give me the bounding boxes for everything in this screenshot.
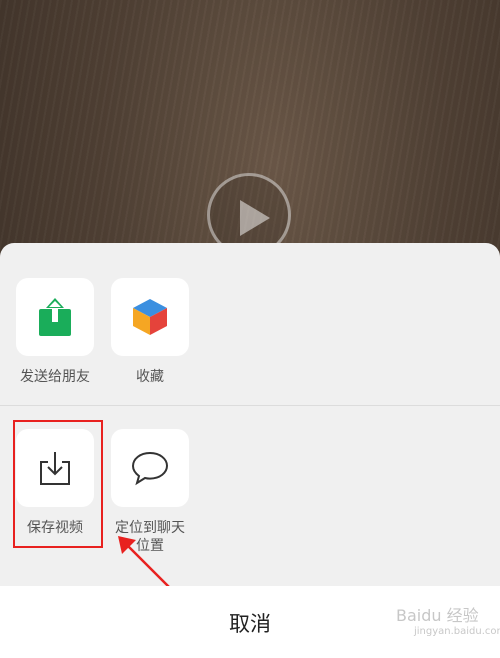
favorite-tile[interactable] [111,278,189,356]
favorite-label: 收藏 [136,369,164,385]
watermark-logo: Baidu 经验 [396,606,479,625]
favorite-option[interactable]: 收藏 [105,278,195,386]
send-to-friend-tile[interactable] [16,278,94,356]
baidu-watermark: Baidu 经验 jingyan.baidu.com [396,602,500,642]
send-to-friend-label: 发送给朋友 [20,369,90,385]
watermark-url: jingyan.baidu.com [414,626,500,637]
play-icon [240,200,270,236]
locate-in-chat-tile[interactable] [111,429,189,507]
share-upload-icon [39,298,71,336]
favorite-cube-icon [133,299,167,335]
chat-bubble-icon [131,451,169,486]
send-to-friend-option[interactable]: 发送给朋友 [10,278,100,386]
action-row-primary: 发送给朋友 收藏 [0,243,500,405]
save-video-highlight-box [13,420,103,548]
